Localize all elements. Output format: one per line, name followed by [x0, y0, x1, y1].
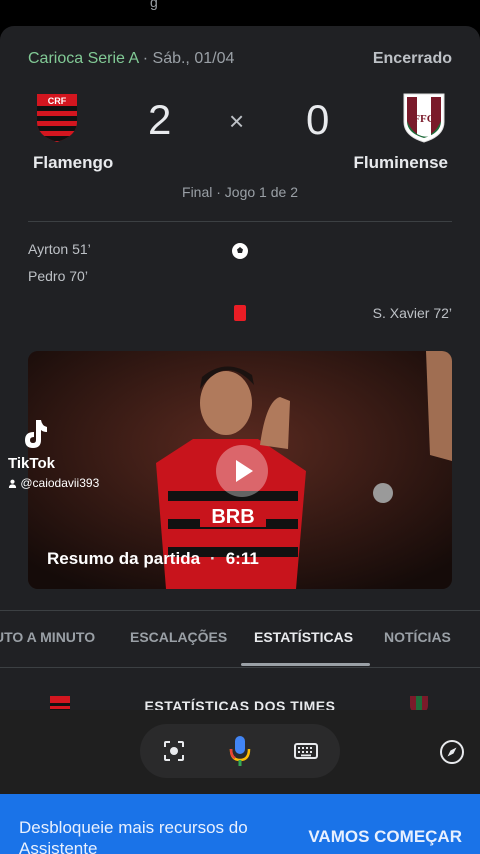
- svg-text:BRB: BRB: [211, 506, 254, 528]
- tab-noticias[interactable]: NOTÍCIAS: [384, 611, 451, 667]
- svg-text:FFC: FFC: [413, 113, 434, 125]
- tab-minuto-a-minuto[interactable]: UTO A MINUTO: [0, 611, 95, 667]
- svg-text:CRF: CRF: [48, 96, 67, 106]
- home-goal-event: Ayrton 51’: [28, 241, 91, 257]
- get-started-button[interactable]: VAMOS COMEÇAR: [308, 827, 462, 847]
- soccer-ball-icon: [232, 243, 248, 259]
- tiktok-handle: @caiodavii393: [8, 476, 99, 490]
- active-tab-indicator: [241, 663, 370, 666]
- home-goal-event: Pedro 70’: [28, 268, 88, 284]
- header-divider: [28, 221, 452, 222]
- compass-icon[interactable]: [439, 739, 465, 765]
- assistant-promo-banner: Desbloqueie mais recursos do Assistente …: [0, 794, 480, 854]
- play-icon[interactable]: [216, 445, 268, 497]
- tiktok-logo-icon: [25, 420, 47, 448]
- banner-message: Desbloqueie mais recursos do Assistente: [19, 818, 248, 854]
- away-team-name[interactable]: Fluminense: [354, 153, 448, 173]
- away-score: 0: [306, 96, 330, 143]
- top-hint-text: g: [150, 0, 158, 10]
- tabs-bottom-divider: [0, 667, 480, 668]
- video-title: Resumo da partida: [47, 549, 201, 568]
- match-status: Encerrado: [372, 50, 452, 67]
- tab-estatisticas[interactable]: ESTATÍSTICAS: [254, 611, 353, 667]
- assistant-bar: [0, 710, 480, 794]
- match-card: Carioca Serie A · Sáb., 01/04 Encerrado …: [0, 26, 480, 710]
- fluminense-mini-crest-icon: [410, 696, 428, 710]
- video-duration: 6:11: [225, 549, 259, 568]
- assistant-input-pill: [140, 724, 340, 778]
- final-game-info: Final · Jogo 1 de 2: [182, 184, 298, 200]
- video-caption: Resumo da partida · 6:11: [47, 549, 259, 569]
- video-caption-separator: ·: [210, 549, 216, 568]
- versus-symbol: ×: [229, 106, 245, 136]
- header-separator: ·: [142, 50, 153, 67]
- home-team-name[interactable]: Flamengo: [33, 153, 113, 173]
- tiktok-watermark: TikTok @caiodavii393: [8, 418, 128, 492]
- lens-icon[interactable]: [161, 738, 187, 764]
- match-date: Sáb., 01/04: [152, 50, 235, 67]
- league-name[interactable]: Carioca Serie A: [28, 50, 138, 67]
- keyboard-icon[interactable]: [293, 738, 319, 764]
- away-red-card-event: S. Xavier 72’: [372, 305, 452, 321]
- home-score: 2: [148, 96, 172, 143]
- tab-escalacoes[interactable]: ESCALAÇÕES: [130, 611, 227, 667]
- fluminense-crest-icon[interactable]: FFC: [402, 92, 446, 144]
- league-date[interactable]: Carioca Serie A · Sáb., 01/04: [28, 50, 234, 68]
- tiktok-handle-text: @caiodavii393: [20, 476, 100, 490]
- match-tabs: UTO A MINUTO ESCALAÇÕES ESTATÍSTICAS NOT…: [0, 611, 480, 667]
- tiktok-label: TikTok: [8, 455, 55, 472]
- red-card-icon: [234, 305, 246, 321]
- mic-icon[interactable]: [227, 734, 253, 768]
- flamengo-crest-icon[interactable]: CRF: [35, 92, 79, 144]
- user-icon: [8, 479, 17, 488]
- top-strip: g: [0, 0, 480, 26]
- match-header: Carioca Serie A · Sáb., 01/04 Encerrado: [28, 48, 452, 70]
